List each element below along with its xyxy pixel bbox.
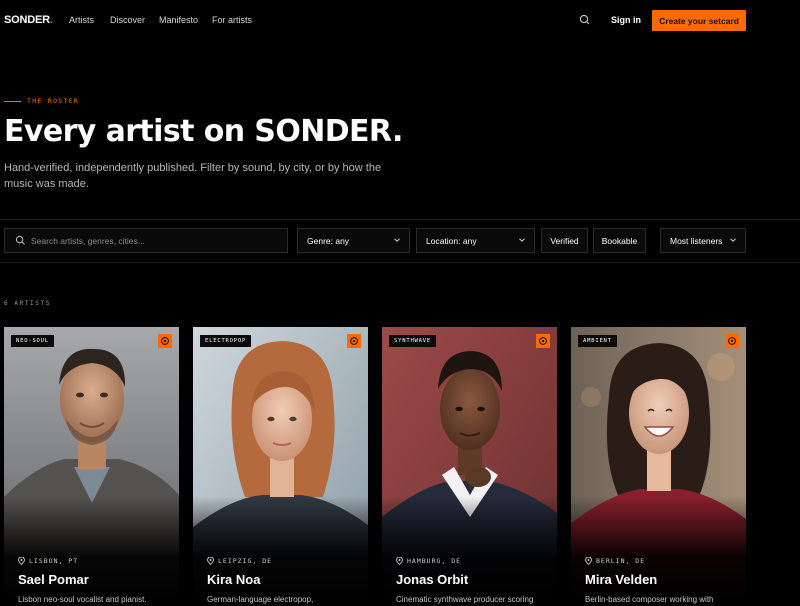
top-nav: SONDER. Artists Discover Manifesto For a… — [0, 0, 800, 40]
logo-text: SONDER — [4, 14, 50, 26]
genre-tag: AMBIENT — [578, 335, 617, 347]
bookable-toggle[interactable]: Bookable — [593, 228, 646, 253]
create-setcard-button[interactable]: Create your setcard — [652, 10, 746, 31]
genre-tag: ELECTROPOP — [200, 335, 252, 347]
search-icon[interactable] — [578, 13, 592, 27]
artist-description: German-language electropop, — [207, 595, 314, 604]
search-input[interactable]: Search artists, genres, cities... — [4, 228, 288, 253]
page-subtitle: Hand-verified, independently published. … — [4, 162, 382, 190]
artist-description: Cinematic synthwave producer scoring — [396, 595, 534, 604]
location-pin-icon — [396, 557, 403, 565]
eyebrow-line — [4, 100, 21, 102]
page-title: Every artist on SONDER. — [4, 114, 403, 149]
genre-tag: SYNTHWAVE — [389, 335, 437, 347]
artist-card-jonas-orbit[interactable]: SYNTHWAVE HAMBURG, DE Jonas Orbit Cinema… — [382, 327, 557, 606]
nav-link-discover[interactable]: Discover — [110, 15, 145, 25]
artist-location: BERLIN, DE — [585, 557, 645, 565]
artist-location: HAMBURG, DE — [396, 557, 461, 565]
genre-tag: NEO-SOUL — [11, 335, 54, 347]
chevron-down-icon — [393, 236, 401, 246]
artist-location-text: BERLIN, DE — [596, 557, 646, 565]
logo-dot: . — [49, 14, 53, 26]
search-icon — [15, 235, 26, 248]
artist-location: LISBON, PT — [18, 557, 78, 565]
artist-location-text: LISBON, PT — [29, 557, 79, 565]
verified-toggle[interactable]: Verified — [541, 228, 588, 253]
artist-name[interactable]: Jonas Orbit — [396, 572, 468, 587]
eyebrow-label: THE ROSTER — [27, 97, 80, 105]
sign-in-link[interactable]: Sign in — [611, 15, 641, 25]
artist-card-mira-velden[interactable]: AMBIENT BERLIN, DE Mira Velden Berlin-ba… — [571, 327, 746, 606]
artist-location: LEIPZIG, DE — [207, 557, 272, 565]
sort-dropdown[interactable]: Most listeners — [660, 228, 746, 253]
genre-dropdown-label: Genre: any — [307, 235, 350, 246]
location-pin-icon — [585, 557, 592, 565]
artist-name[interactable]: Mira Velden — [585, 572, 657, 587]
nav-link-for-artists[interactable]: For artists — [212, 15, 252, 25]
location-pin-icon — [18, 557, 25, 565]
eyebrow: THE ROSTER — [4, 97, 79, 105]
photo-gradient-overlay — [382, 496, 557, 606]
sort-dropdown-label: Most listeners — [670, 235, 723, 246]
logo[interactable]: SONDER. — [4, 14, 53, 26]
chevron-down-icon — [729, 236, 737, 246]
verified-badge-icon — [158, 334, 172, 348]
location-pin-icon — [207, 557, 214, 565]
verified-badge-icon — [725, 334, 739, 348]
verified-toggle-label: Verified — [550, 235, 579, 246]
verified-badge-icon — [536, 334, 550, 348]
artist-description: Berlin-based composer working with — [585, 595, 714, 604]
results-count: 6 ARTISTS — [4, 300, 51, 307]
artist-description: Lisbon neo-soul vocalist and pianist. — [18, 595, 147, 604]
location-dropdown[interactable]: Location: any — [416, 228, 535, 253]
bookable-toggle-label: Bookable — [601, 235, 638, 246]
artist-card-sael-pomar[interactable]: NEO-SOUL LISBON, PT Sael Pomar Lisbon ne… — [4, 327, 179, 606]
verified-badge-icon — [347, 334, 361, 348]
artist-card-kira-noa[interactable]: ELECTROPOP LEIPZIG, DE Kira Noa German-l… — [193, 327, 368, 606]
photo-gradient-overlay — [571, 496, 746, 606]
artist-location-text: LEIPZIG, DE — [218, 557, 273, 565]
artist-name[interactable]: Sael Pomar — [18, 572, 89, 587]
photo-gradient-overlay — [4, 496, 179, 606]
nav-link-manifesto[interactable]: Manifesto — [159, 15, 198, 25]
location-dropdown-label: Location: any — [426, 235, 477, 246]
photo-gradient-overlay — [193, 496, 368, 606]
artist-name[interactable]: Kira Noa — [207, 572, 260, 587]
chevron-down-icon — [518, 236, 526, 246]
search-placeholder: Search artists, genres, cities... — [31, 235, 145, 246]
nav-link-artists[interactable]: Artists — [69, 15, 94, 25]
genre-dropdown[interactable]: Genre: any — [297, 228, 410, 253]
artist-location-text: HAMBURG, DE — [407, 557, 462, 565]
